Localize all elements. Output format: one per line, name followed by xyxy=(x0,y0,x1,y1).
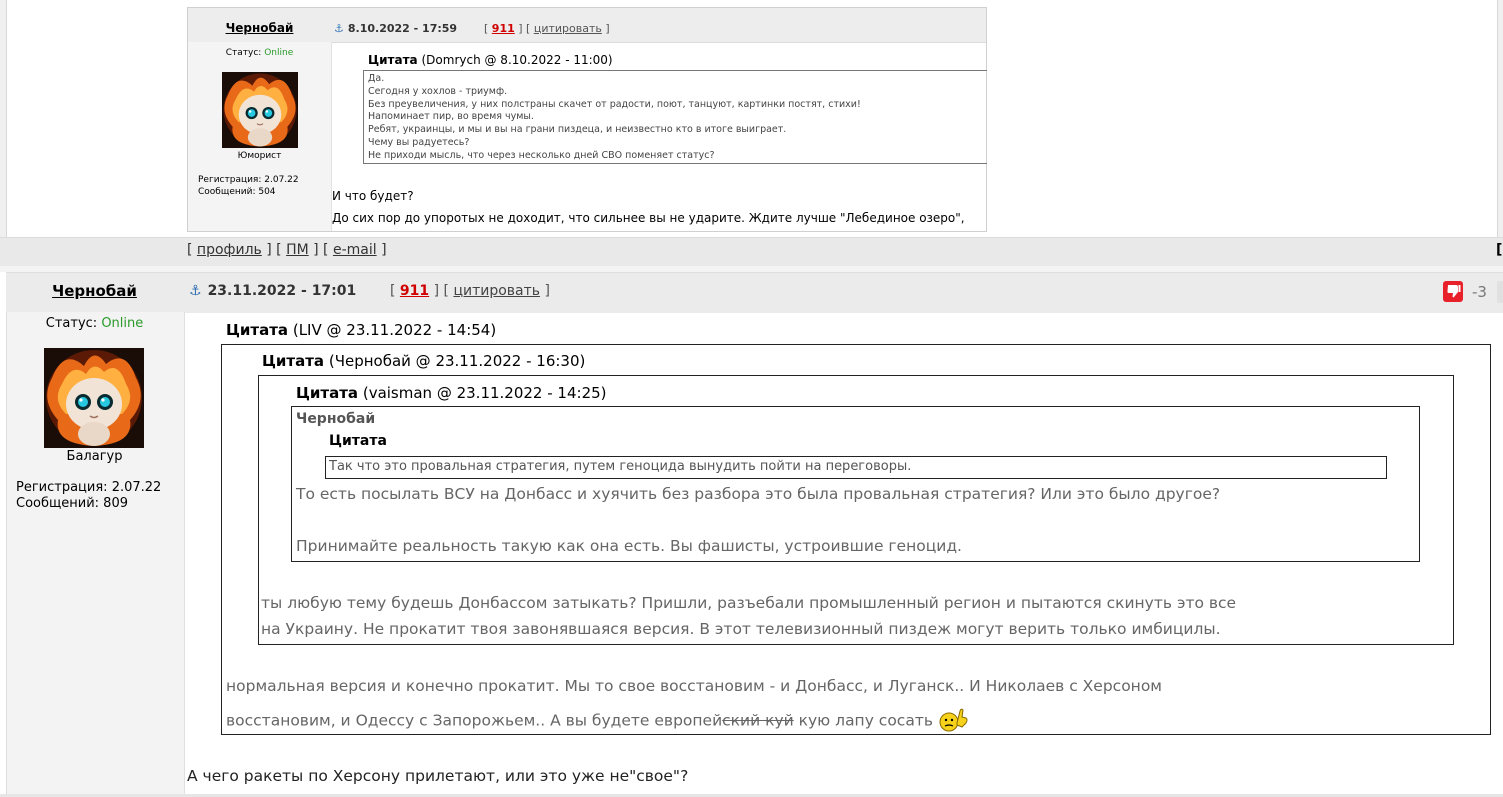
quote-3-text: Принимайте реальность такую как она есть… xyxy=(296,537,962,555)
quote-header-3: Цитата (vaisman @ 23.11.2022 - 14:25) xyxy=(296,384,607,402)
embedded-author-stats: Регистрация: 2.07.22 Сообщений: 504 xyxy=(198,175,299,197)
link-911[interactable]: 911 xyxy=(400,283,429,299)
author-status: Статус: Online xyxy=(45,316,144,331)
embedded-quote-box: Да. Сегодня у хохлов - триумф. Без преув… xyxy=(363,70,987,164)
post-body-text: А чего ракеты по Херсону прилетают, или … xyxy=(187,767,689,785)
embedded-post-date: ⚓ 8.10.2022 - 17:59 xyxy=(334,22,458,35)
post-footer-links: [ профиль ] [ ПМ ] [ e-mail ] xyxy=(187,242,387,258)
author-stats: Регистрация: 2.07.22 Сообщений: 809 xyxy=(16,480,162,511)
post-date: ⚓ 23.11.2022 - 17:01 xyxy=(189,283,357,299)
left-gutter xyxy=(0,0,7,240)
author-name-link[interactable]: Чернобай xyxy=(6,282,183,300)
anchor-icon: ⚓ xyxy=(334,22,344,35)
rating-value: -3 xyxy=(1472,283,1487,301)
author-rank: Балагур xyxy=(66,449,123,464)
quote-box-4: Так что это провальная стратегия, путем … xyxy=(325,456,1387,479)
post-action-links: [ 911 ] [ цитировать ] xyxy=(390,283,550,299)
embedded-911-link: 911 xyxy=(491,22,515,35)
quote-2-text: на Украину. Не прокатит твоя завонявшаяс… xyxy=(261,620,1221,638)
quote-4-author: Чернобай xyxy=(296,411,376,427)
embedded-cite-link: цитировать xyxy=(533,22,602,35)
quote-1-text: восстановим, и Одессу с Запорожьем.. А в… xyxy=(226,705,970,737)
quote-line: Да. xyxy=(368,73,385,84)
anchor-icon[interactable]: ⚓ xyxy=(189,283,202,299)
quote-3-text: То есть посылать ВСУ на Донбасс и хуячит… xyxy=(296,485,1221,503)
embedded-author-status: Статус: Online xyxy=(225,48,294,58)
quote-line: Чему вы радуетесь? xyxy=(368,136,470,148)
quote-header-2: Цитата (Чернобай @ 23.11.2022 - 16:30) xyxy=(262,352,586,370)
quote-2-text: ты любую тему будешь Донбассом затыкать?… xyxy=(261,594,1237,612)
embedded-post-screenshot: Чернобай ⚓ 8.10.2022 - 17:59 [ 911 ] [ ци… xyxy=(187,7,987,232)
embedded-author-rank: Юморист xyxy=(237,151,282,161)
embedded-quote-header: Цитата (Domrych @ 8.10.2022 - 11:00) xyxy=(368,53,613,67)
quote-header-4: Цитата xyxy=(329,433,387,449)
cite-link[interactable]: цитировать xyxy=(453,283,540,299)
profile-link[interactable]: профиль xyxy=(197,242,262,258)
struck-text: ский куй xyxy=(722,711,794,730)
quote-line: Без преувеличения, у них полстраны скаче… xyxy=(368,98,861,110)
footer-right-bracket: [ xyxy=(1496,242,1503,258)
quote-line: Ребят, украинцы, и мы и вы на грани пизд… xyxy=(368,124,787,136)
quote-line: Не приходи мысль, что через несколько дн… xyxy=(368,149,715,161)
author-avatar xyxy=(44,348,144,448)
embedded-reply-line: И что будет? xyxy=(332,189,414,203)
embedded-author-name: Чернобай xyxy=(225,21,294,35)
quote-line: Напоминает пир, во время чумы. xyxy=(368,111,534,123)
embedded-post-links: [ 911 ] [ цитировать ] xyxy=(484,22,610,35)
right-gutter xyxy=(1497,0,1503,240)
quote-header-1: Цитата (LIV @ 23.11.2022 - 14:54) xyxy=(226,321,497,339)
thumbs-down-icon[interactable] xyxy=(1443,281,1463,302)
embedded-reply-line: До сих пор до упоротых не доходит, что с… xyxy=(332,211,965,225)
pm-link[interactable]: ПМ xyxy=(286,242,309,258)
email-link[interactable]: e-mail xyxy=(333,242,377,258)
rating-button-edge[interactable] xyxy=(1497,281,1503,303)
embedded-avatar xyxy=(222,71,298,149)
smiley-pointing-icon xyxy=(938,705,970,737)
quote-1-text: нормальная версия и конечно прокатит. Мы… xyxy=(226,677,1162,695)
quote-line: Сегодня у хохлов - триумф. xyxy=(368,85,508,97)
